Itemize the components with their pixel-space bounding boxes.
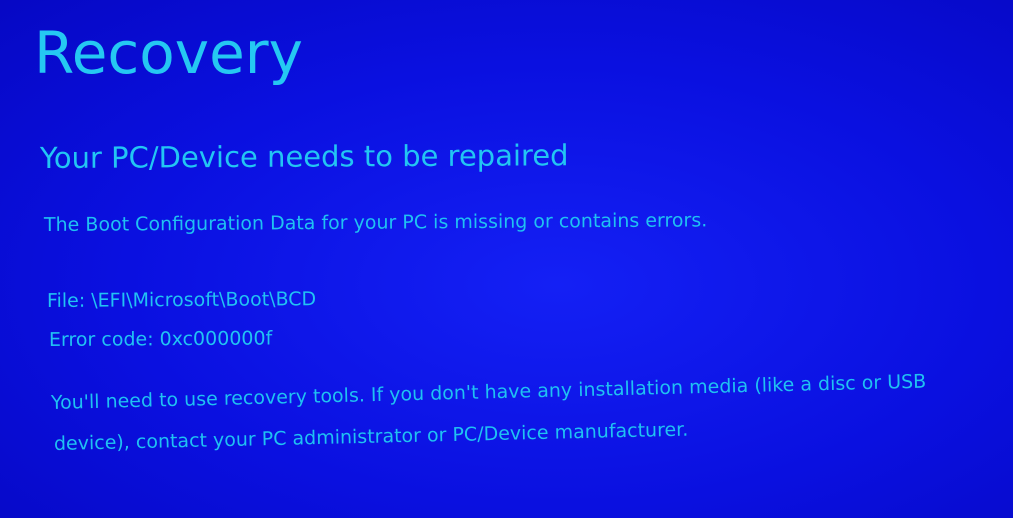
help-text-line-2: device), contact your PC administrator o… [53, 418, 689, 455]
error-heading: Your PC/Device needs to be repaired [39, 138, 569, 175]
file-info: File: \EFI\Microsoft\Boot\BCD [47, 288, 316, 313]
help-text-line-1: You'll need to use recovery tools. If yo… [50, 370, 927, 414]
page-title: Recovery [34, 19, 303, 87]
error-code-value: 0xc000000f [159, 327, 273, 351]
error-code-info: Error code: 0xc000000f [49, 327, 272, 351]
error-code-label: Error code: [48, 328, 154, 351]
file-label: File: [46, 289, 86, 312]
error-description: The Boot Configuration Data for your PC … [43, 209, 708, 236]
file-path: \EFI\Microsoft\Boot\BCD [91, 288, 317, 312]
recovery-screen: Recovery Your PC/Device needs to be repa… [0, 0, 1013, 518]
